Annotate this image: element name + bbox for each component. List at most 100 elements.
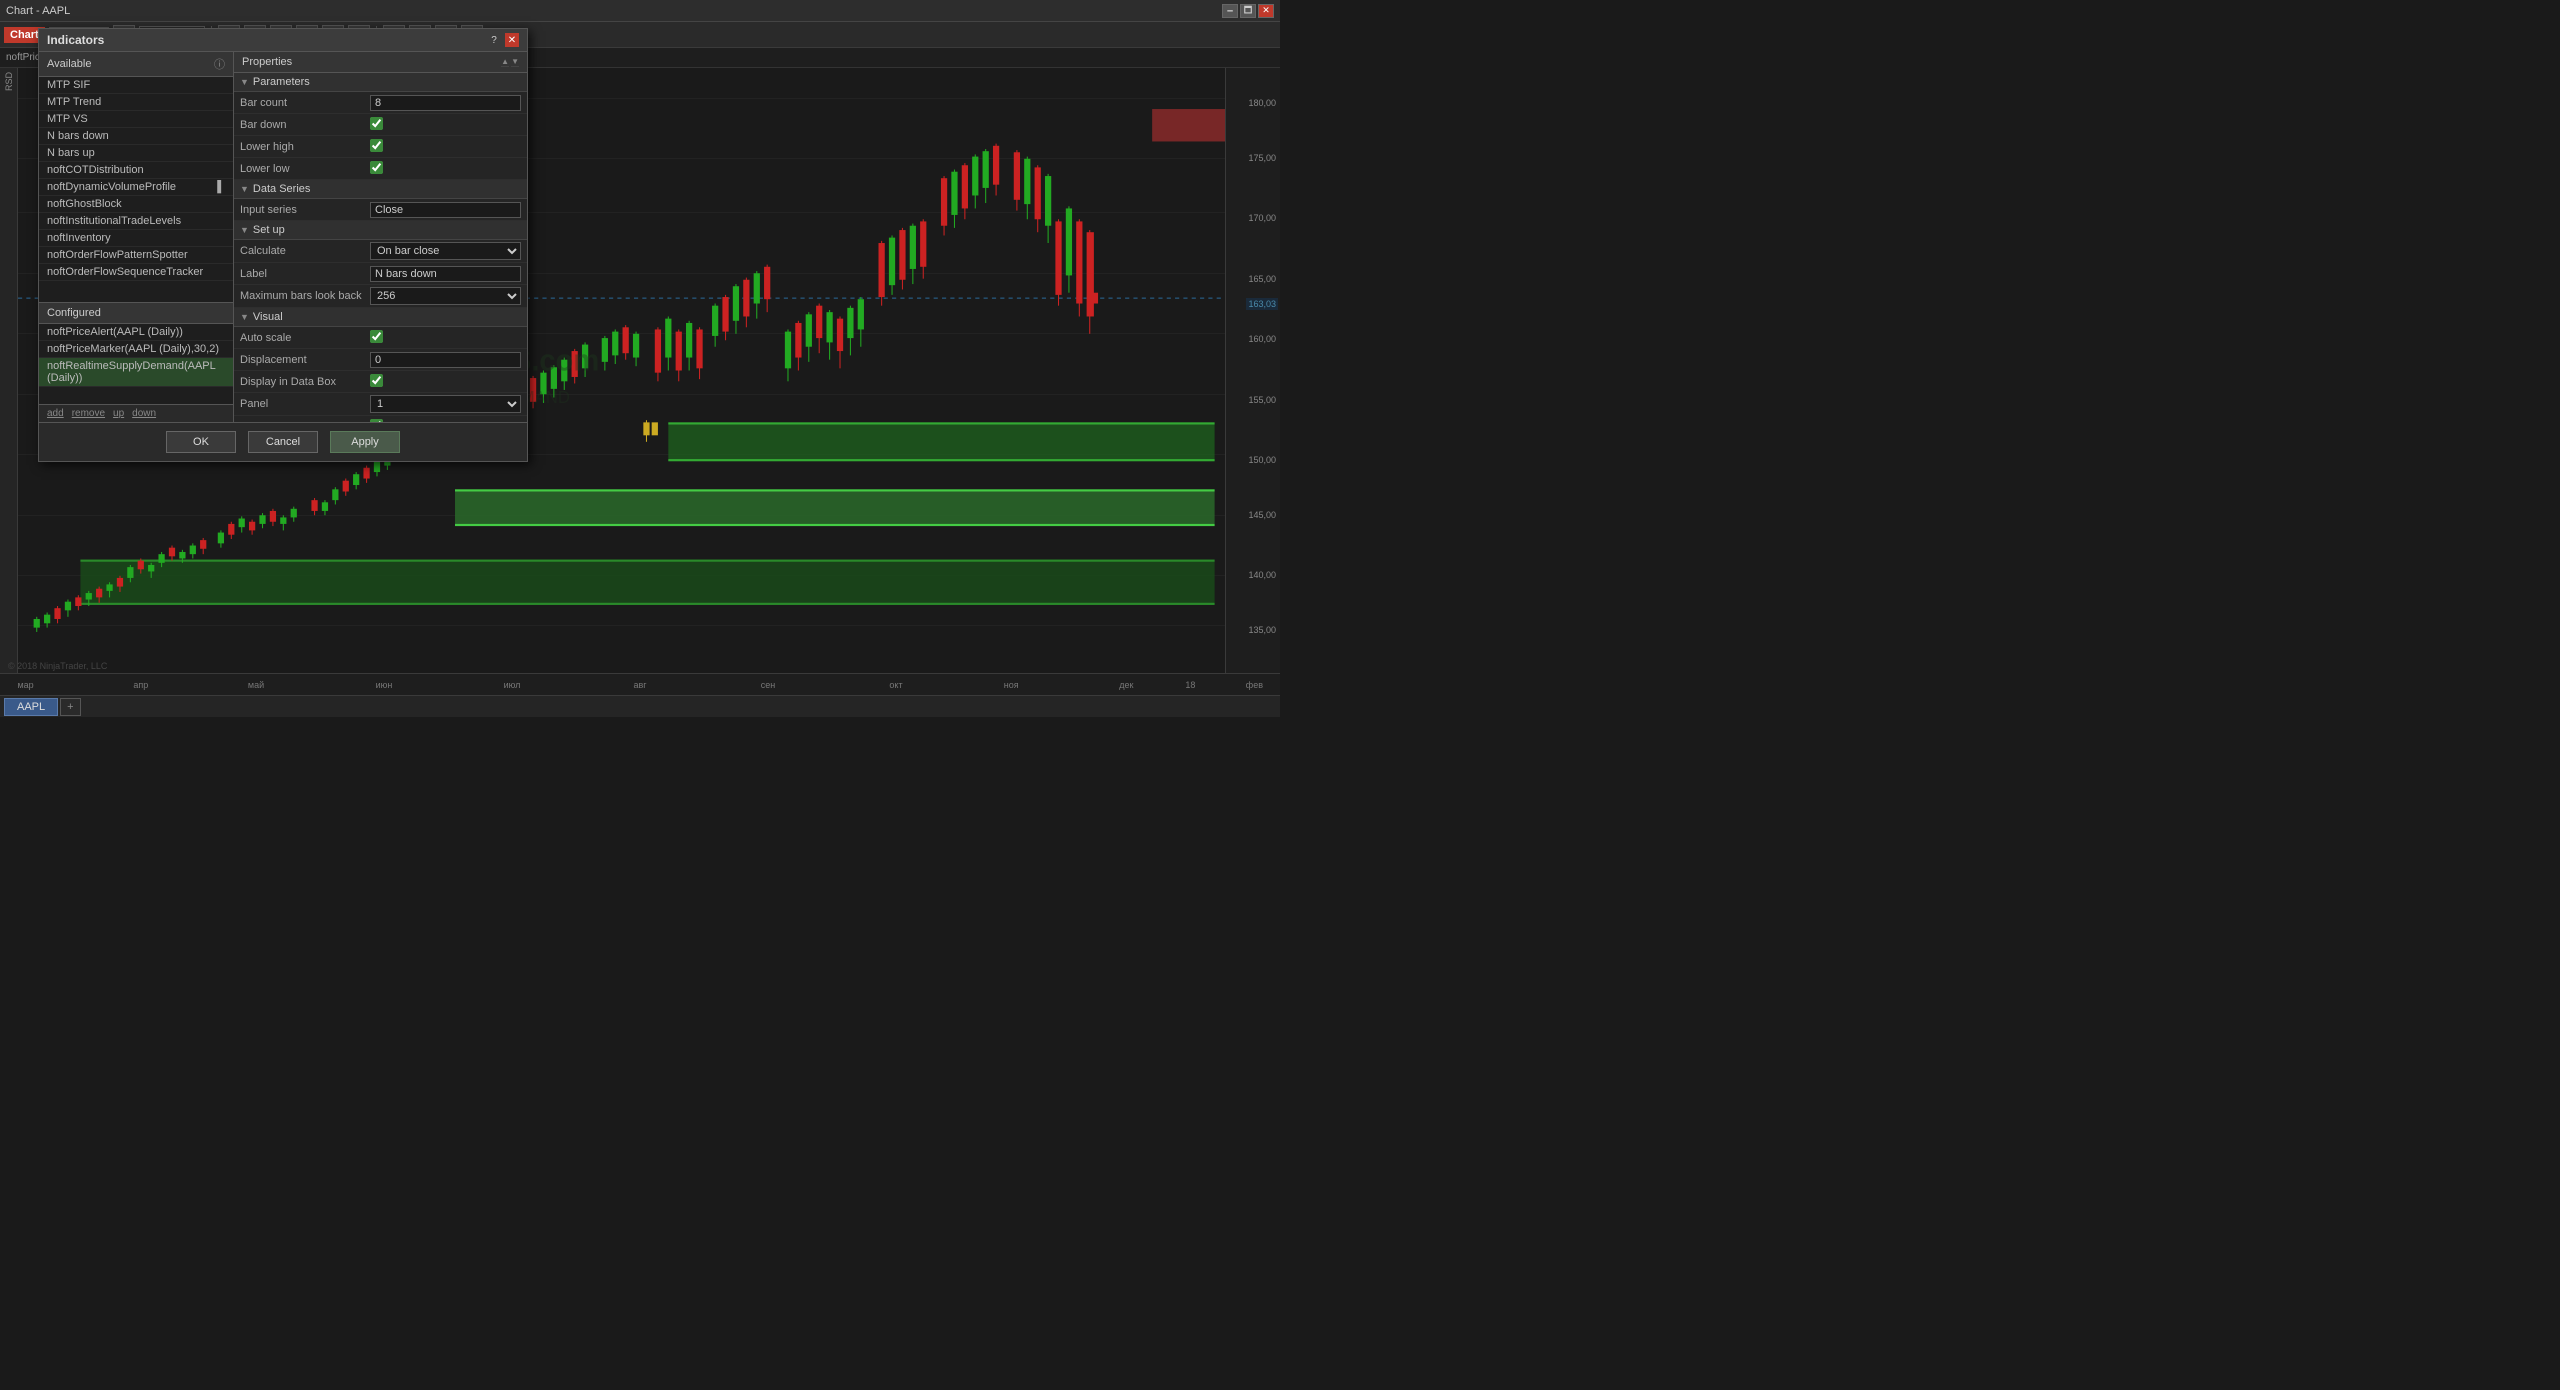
available-item[interactable]: noftCOTDistribution — [39, 162, 233, 179]
time-label-sep: сен — [761, 680, 775, 690]
available-item[interactable]: MTP Trend — [39, 94, 233, 111]
input-series-row: Input series — [234, 199, 527, 221]
up-link[interactable]: up — [113, 408, 124, 419]
calculate-label: Calculate — [240, 245, 370, 257]
available-item[interactable]: noftOrderFlowSequenceTracker — [39, 264, 233, 281]
available-item[interactable]: noftGhostBlock — [39, 196, 233, 213]
time-label-nov: ноя — [1004, 680, 1019, 690]
price-level-180: 180,00 — [1248, 98, 1276, 108]
auto-scale-checkbox[interactable] — [370, 330, 383, 343]
max-bars-label: Maximum bars look back — [240, 290, 370, 302]
ok-button[interactable]: OK — [166, 431, 236, 453]
props-scroll-down[interactable]: ▼ — [511, 57, 519, 67]
max-bars-row: Maximum bars look back 256 512 1024 — [234, 285, 527, 308]
time-label-apr: апр — [133, 680, 148, 690]
lower-low-checkbox[interactable] — [370, 161, 383, 174]
setup-label: Set up — [253, 224, 285, 236]
tab-aapl[interactable]: AAPL — [4, 698, 58, 716]
modal-left-panel: Available ⓘ MTP SIF MTP Trend MTP VS N b… — [39, 52, 234, 422]
time-label-18: 18 — [1185, 680, 1195, 690]
available-list[interactable]: MTP SIF MTP Trend MTP VS N bars down N b… — [39, 77, 233, 302]
time-label-jul: июл — [504, 680, 521, 690]
lower-high-checkbox[interactable] — [370, 139, 383, 152]
cancel-button[interactable]: Cancel — [248, 431, 318, 453]
bar-down-checkbox[interactable] — [370, 117, 383, 130]
auto-scale-row: Auto scale — [234, 327, 527, 349]
add-link[interactable]: add — [47, 408, 64, 419]
max-bars-select[interactable]: 256 512 1024 — [370, 287, 521, 305]
time-label-aug: авг — [633, 680, 646, 690]
available-item[interactable]: MTP VS — [39, 111, 233, 128]
configured-item[interactable]: noftRealtimeSupplyDemand(AAPL (Daily)) — [39, 358, 233, 387]
time-label-may: май — [248, 680, 264, 690]
available-item[interactable]: noftOrderFlowPatternSpotter — [39, 247, 233, 264]
available-item[interactable]: N bars down — [39, 128, 233, 145]
down-link[interactable]: down — [132, 408, 156, 419]
price-level-165: 165,00 — [1248, 274, 1276, 284]
modal-content: Available ⓘ MTP SIF MTP Trend MTP VS N b… — [39, 52, 527, 422]
displacement-input[interactable] — [370, 352, 521, 368]
props-scroll-up[interactable]: ▲ — [501, 57, 509, 67]
rsd-label: RSD — [4, 72, 14, 91]
time-label-oct: окт — [889, 680, 902, 690]
panel-label: Panel — [240, 398, 370, 410]
tab-add-button[interactable]: + — [60, 698, 80, 716]
available-item[interactable]: noftDynamicVolumeProfile ▌ — [39, 179, 233, 196]
time-label-dec: дек — [1119, 680, 1133, 690]
time-axis: мар апр май июн июл авг сен окт ноя дек … — [0, 673, 1280, 695]
modal-close-button[interactable]: ✕ — [505, 33, 519, 47]
properties-label: Properties — [242, 56, 292, 68]
setup-section-header[interactable]: ▼ Set up — [234, 221, 527, 240]
calculate-row: Calculate On bar close On each tick — [234, 240, 527, 263]
parameters-section-header[interactable]: ▼ Parameters — [234, 73, 527, 92]
maximize-button[interactable]: 🗖 — [1240, 4, 1256, 18]
visual-label: Visual — [253, 311, 283, 323]
data-series-section-header[interactable]: ▼ Data Series — [234, 180, 527, 199]
price-level-170: 170,00 — [1248, 213, 1276, 223]
minimize-button[interactable]: 🗕 — [1222, 4, 1238, 18]
configured-item[interactable]: noftPriceMarker(AAPL (Daily),30,2) — [39, 341, 233, 358]
bar-down-row: Bar down — [234, 114, 527, 136]
data-series-triangle: ▼ — [240, 184, 249, 194]
properties-content: ▼ Parameters Bar count Bar down — [234, 73, 527, 422]
modal-titlebar: Indicators ? ✕ — [39, 29, 527, 52]
time-label-jun: июн — [376, 680, 393, 690]
label-row: Label — [234, 263, 527, 285]
label-input[interactable] — [370, 266, 521, 282]
price-level-175: 175,00 — [1248, 153, 1276, 163]
displacement-label: Displacement — [240, 354, 370, 366]
available-item[interactable]: noftInstitutionalTradeLevels — [39, 213, 233, 230]
available-item[interactable]: MTP SIF — [39, 77, 233, 94]
display-data-box-checkbox[interactable] — [370, 374, 383, 387]
calculate-select[interactable]: On bar close On each tick — [370, 242, 521, 260]
modal-right-panel: Properties ▲ ▼ ▼ Parameters Bar count — [234, 52, 527, 422]
price-markers-checkbox[interactable] — [370, 419, 383, 423]
remove-link[interactable]: remove — [72, 408, 105, 419]
configured-header: Configured — [39, 303, 233, 324]
titlebar-controls: 🗕 🗖 ✕ — [1222, 4, 1274, 18]
titlebar-title: Chart - AAPL — [6, 5, 70, 17]
visual-section-header[interactable]: ▼ Visual — [234, 308, 527, 327]
bar-count-value[interactable] — [370, 95, 521, 111]
data-series-label: Data Series — [253, 183, 310, 195]
modal-buttons: OK Cancel Apply — [39, 422, 527, 461]
configured-item[interactable]: noftPriceAlert(AAPL (Daily)) — [39, 324, 233, 341]
panel-row: Panel 1 2 3 — [234, 393, 527, 416]
modal-title: Indicators — [47, 33, 104, 47]
available-item[interactable]: N bars up — [39, 145, 233, 162]
params-triangle: ▼ — [240, 77, 249, 87]
tab-bar: AAPL + — [0, 695, 1280, 717]
left-panel: RSD — [0, 68, 18, 673]
apply-button[interactable]: Apply — [330, 431, 400, 453]
lower-low-row: Lower low — [234, 158, 527, 180]
available-info-icon[interactable]: ⓘ — [214, 56, 225, 72]
available-item[interactable]: noftInventory — [39, 230, 233, 247]
lower-high-row: Lower high — [234, 136, 527, 158]
modal-help-button[interactable]: ? — [487, 33, 501, 47]
parameters-label: Parameters — [253, 76, 310, 88]
configured-list: noftPriceAlert(AAPL (Daily)) noftPriceMa… — [39, 324, 233, 404]
close-button[interactable]: ✕ — [1258, 4, 1274, 18]
panel-select[interactable]: 1 2 3 — [370, 395, 521, 413]
input-series-input[interactable] — [370, 202, 521, 218]
bar-count-input[interactable] — [370, 95, 521, 111]
